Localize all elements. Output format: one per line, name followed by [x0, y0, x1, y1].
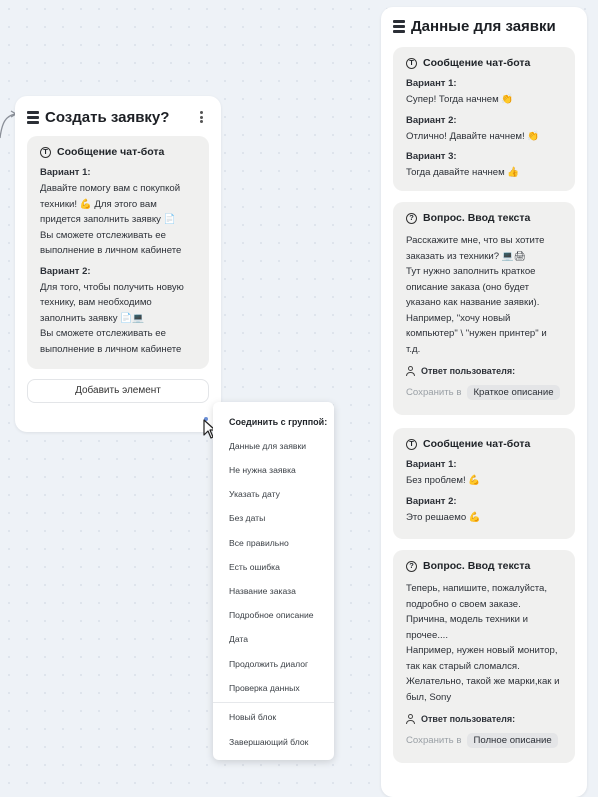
user-answer-label: Ответ пользователя: [421, 714, 516, 724]
dropdown-item[interactable]: Есть ошибка [229, 562, 280, 572]
save-target-chip[interactable]: Краткое описание [467, 385, 560, 400]
dropdown-item[interactable]: Подробное описание [229, 610, 314, 620]
dropdown-item[interactable]: Указать дату [229, 489, 280, 499]
card-heading-label: Вопрос. Ввод текста [423, 212, 531, 224]
save-row: Сохранить в Полное описание [406, 733, 562, 748]
variant-label: Вариант 1: [40, 167, 91, 178]
dropdown-divider [213, 702, 334, 703]
text-icon: T [40, 146, 51, 158]
variant-text: Тогда давайте начнем 👍 [406, 167, 520, 178]
save-label: Сохранить в [406, 387, 462, 398]
variant-label: Вариант 1: [406, 459, 457, 470]
panel-title: Данные для заявки [411, 18, 556, 35]
card-heading: ? Вопрос. Ввод текста [406, 212, 562, 224]
variant-text: Для того, чтобы получить новую технику, … [40, 281, 184, 355]
question-text-input-card[interactable]: ? Вопрос. Ввод текста Расскажите мне, чт… [393, 202, 575, 415]
add-element-button[interactable]: Добавить элемент [27, 379, 209, 403]
user-icon [406, 366, 415, 376]
dropdown-item-final-block[interactable]: Завершающий блок [229, 737, 308, 747]
stack-icon [393, 20, 405, 33]
variant-label: Вариант 3: [406, 151, 457, 162]
chatbot-message-card[interactable]: T Сообщение чат-бота Вариант 1: Супер! Т… [393, 47, 575, 191]
card-heading-label: Вопрос. Ввод текста [423, 560, 531, 572]
dropdown-item[interactable]: Продолжить диалог [229, 659, 308, 669]
dropdown-item[interactable]: Данные для заявки [229, 441, 306, 451]
question-text: Теперь, напишите, пожалуйста, подробно о… [406, 583, 560, 703]
text-icon: T [406, 57, 417, 69]
dropdown-item[interactable]: Все правильно [229, 538, 289, 548]
user-answer-row: Ответ пользователя: [406, 366, 562, 376]
user-answer-label: Ответ пользователя: [421, 366, 516, 376]
variant-label: Вариант 2: [40, 265, 91, 277]
variant-label: Вариант 1: [406, 78, 457, 89]
question-text-input-card[interactable]: ? Вопрос. Ввод текста Теперь, напишите, … [393, 550, 575, 763]
dropdown-item[interactable]: Название заказа [229, 586, 296, 596]
text-icon: T [406, 438, 417, 450]
block-request-data[interactable]: Данные для заявки T Сообщение чат-бота В… [381, 7, 587, 797]
variant-text: Давайте помогу вам с покупкой техники! 💪… [40, 183, 182, 256]
block-title: Создать заявку? [45, 108, 170, 126]
dropdown-item[interactable]: Дата [229, 634, 248, 644]
dropdown-heading: Соединить с группой: [229, 417, 328, 427]
question-icon: ? [406, 212, 417, 224]
save-row: Сохранить в Краткое описание [406, 385, 562, 400]
variant-label: Вариант 2: [406, 114, 457, 126]
question-icon: ? [406, 560, 417, 572]
dropdown-item[interactable]: Проверка данных [229, 683, 300, 693]
user-answer-row: Ответ пользователя: [406, 714, 562, 724]
block-header: Создать заявку? [27, 106, 213, 128]
variant-text: Отлично! Давайте начнем! 👏 [406, 130, 540, 142]
card-heading: ? Вопрос. Ввод текста [406, 560, 562, 572]
connect-group-dropdown[interactable]: Соединить с группой: Данные для заявки Н… [213, 402, 334, 760]
question-text: Расскажите мне, что вы хотите заказать и… [406, 235, 547, 355]
dropdown-item[interactable]: Не нужна заявка [229, 465, 296, 475]
dropdown-item-new-block[interactable]: Новый блок [229, 712, 276, 722]
card-heading: T Сообщение чат-бота [406, 438, 562, 450]
card-heading-label: Сообщение чат-бота [423, 438, 531, 450]
card-heading-label: Сообщение чат-бота [57, 146, 165, 158]
user-icon [406, 714, 415, 724]
variant-text: Супер! Тогда начнем 👏 [406, 94, 514, 105]
save-label: Сохранить в [406, 735, 462, 746]
stack-icon [27, 110, 39, 124]
more-menu-icon[interactable] [195, 109, 207, 125]
variant-label: Вариант 2: [406, 495, 457, 507]
card-heading: T Сообщение чат-бота [406, 57, 562, 69]
chatbot-message-card[interactable]: T Сообщение чат-бота Вариант 1: Без проб… [393, 428, 575, 539]
block-create-request[interactable]: Создать заявку? T Сообщение чат-бота Вар… [15, 96, 221, 432]
card-heading-label: Сообщение чат-бота [423, 57, 531, 69]
variant-text: Это решаемо 💪 [406, 511, 481, 523]
card-heading: T Сообщение чат-бота [40, 146, 196, 158]
save-target-chip[interactable]: Полное описание [467, 733, 558, 748]
chatbot-message-card[interactable]: T Сообщение чат-бота Вариант 1: Давайте … [27, 136, 209, 369]
panel-header: Данные для заявки [393, 18, 556, 35]
dropdown-item[interactable]: Без даты [229, 513, 265, 523]
variant-text: Без проблем! 💪 [406, 475, 481, 486]
